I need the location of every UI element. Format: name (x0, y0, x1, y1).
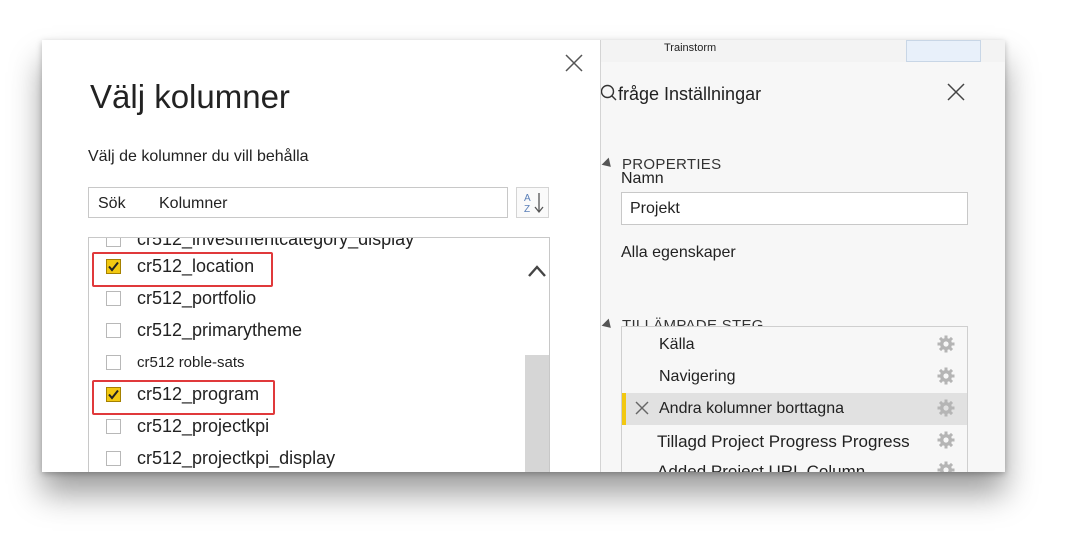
gear-icon[interactable] (937, 461, 955, 472)
step-label: Added Project URL Column (657, 462, 866, 472)
query-settings-title: fråge Inställningar (600, 84, 761, 105)
columns-list: cr512_investmentcategory_display cr512_l… (88, 237, 550, 472)
list-item[interactable]: cr512_portfolio (89, 284, 519, 316)
chevron-up-icon[interactable] (527, 264, 547, 278)
column-label: cr512_investmentcategory_display (137, 237, 415, 249)
applied-step-selected[interactable]: Andra kolumner borttagna (622, 393, 967, 425)
applied-step[interactable]: Tillagd Project Progress Progress (622, 425, 967, 457)
choose-columns-dialog: Välj kolumner Välj de kolumner du vill b… (42, 40, 601, 472)
screenshot-frame: Trainstorm fråge Inställningar PROPERTIE… (42, 40, 1005, 472)
scrollbar[interactable] (523, 238, 549, 472)
background-table-header: Trainstorm (600, 40, 1005, 63)
all-properties-link[interactable]: Alla egenskaper (621, 244, 736, 262)
query-settings-title-text: fråge Inställningar (618, 84, 762, 104)
sort-button[interactable]: A Z (516, 187, 549, 218)
search-label: Sök (98, 195, 126, 212)
gear-icon[interactable] (937, 367, 955, 385)
dialog-subtitle: Välj de kolumner du vill behålla (88, 148, 309, 165)
name-label: Namn (621, 170, 664, 187)
checkbox[interactable] (106, 238, 121, 247)
list-item[interactable]: cr512_projectkpi_display (89, 444, 519, 472)
applied-steps-list: Källa Navigering Andra kolumner borttagn… (621, 326, 968, 472)
scroll-thumb[interactable] (525, 355, 549, 472)
checkbox[interactable] (106, 355, 121, 370)
highlight-box (92, 380, 275, 415)
step-label: Navigering (659, 368, 736, 385)
applied-step[interactable]: Källa (622, 329, 967, 361)
list-item[interactable]: cr512_program (89, 380, 519, 415)
collapse-triangle-icon (601, 318, 615, 332)
step-label: Andra kolumner borttagna (659, 400, 844, 417)
list-item[interactable]: cr512 roble-sats (89, 348, 519, 380)
selected-cell[interactable] (906, 40, 981, 62)
column-label: cr512 roble-sats (137, 354, 245, 371)
query-settings-pane: fråge Inställningar PROPERTIES Namn Proj… (600, 62, 1005, 472)
checkbox[interactable] (106, 291, 121, 306)
gear-icon[interactable] (937, 335, 955, 353)
column-label: cr512_projectkpi (137, 416, 270, 436)
applied-step[interactable]: Added Project URL Column (622, 455, 967, 472)
checkbox[interactable] (106, 451, 121, 466)
collapse-triangle-icon (601, 157, 615, 171)
search-columns-input[interactable]: Sök Kolumner (88, 187, 508, 218)
column-label: cr512_portfolio (137, 288, 257, 308)
step-label: Tillagd Project Progress Progress (657, 432, 910, 451)
close-icon[interactable] (563, 52, 585, 74)
svg-text:A: A (524, 193, 531, 204)
search-value: Kolumner (159, 195, 228, 212)
list-item[interactable]: cr512_location (89, 252, 519, 287)
svg-text:Z: Z (524, 204, 530, 215)
column-label: cr512_projectkpi_display (137, 448, 336, 468)
list-item[interactable]: cr512_projectkpi (89, 412, 519, 444)
highlight-box (92, 252, 273, 287)
column-header-text: Trainstorm (664, 42, 717, 54)
search-icon (600, 84, 617, 101)
applied-step[interactable]: Navigering (622, 361, 967, 393)
dialog-title: Välj kolumner (90, 78, 290, 115)
gear-icon[interactable] (937, 399, 955, 417)
delete-step-icon[interactable] (634, 400, 650, 416)
step-label: Källa (659, 336, 695, 353)
column-label: cr512_primarytheme (137, 320, 303, 340)
sort-az-icon: A Z (524, 193, 544, 215)
selection-accent-bar (622, 393, 626, 425)
list-item[interactable]: cr512_primarytheme (89, 316, 519, 348)
gear-icon[interactable] (937, 431, 955, 449)
checkbox[interactable] (106, 323, 121, 338)
checkbox[interactable] (106, 419, 121, 434)
close-icon[interactable] (945, 81, 967, 103)
query-name-input[interactable]: Projekt (621, 192, 968, 225)
